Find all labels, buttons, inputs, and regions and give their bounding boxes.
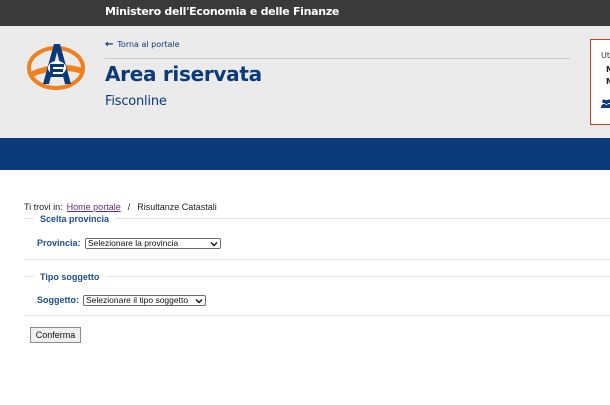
chevron-down-icon [210, 242, 218, 247]
province-select-value: Selezionare la provincia [88, 238, 179, 248]
chevron-down-icon [195, 299, 203, 304]
page-title: Area riservata [105, 62, 262, 86]
legend-line [106, 276, 610, 277]
user-info-line: M [606, 77, 610, 86]
user-info-line: M [606, 65, 610, 74]
ministry-title: Ministero dell'Economia e delle Finanze [105, 5, 340, 18]
province-label: Provincia: [37, 238, 81, 248]
province-fieldset: Scelta provincia Provincia: Selezionare … [24, 214, 610, 260]
subject-fieldset: Tipo soggetto Soggetto: Selezionare il t… [24, 272, 610, 316]
subject-label: Soggetto: [37, 295, 79, 305]
user-panel: Ut M M [590, 39, 610, 125]
breadcrumb-home-link[interactable]: Home portale [67, 202, 121, 212]
header: ← Torna al portale Area riservata Fiscon… [0, 26, 610, 138]
subject-select[interactable]: Selezionare il tipo soggetto [83, 295, 206, 306]
legend-line [116, 218, 610, 219]
subject-select-value: Selezionare il tipo soggetto [86, 295, 189, 305]
breadcrumb-separator: / [127, 202, 131, 212]
province-select[interactable]: Selezionare la provincia [85, 238, 221, 249]
confirm-button[interactable]: Conferma [30, 327, 81, 343]
user-label: Ut [601, 51, 610, 60]
breadcrumb-current: Risultanze Catastali [137, 202, 217, 212]
arrow-left-icon: ← [105, 38, 114, 50]
back-link-label: Torna al portale [117, 40, 180, 49]
nav-bar [0, 138, 610, 170]
legend-line [24, 218, 34, 219]
agenzia-entrate-logo[interactable] [25, 38, 87, 90]
top-bar: Ministero dell'Economia e delle Finanze [0, 0, 610, 26]
page-subtitle: Fisconline [105, 94, 167, 109]
back-to-portal-link[interactable]: ← Torna al portale [105, 38, 180, 50]
breadcrumb-prefix: Ti trovi in: [24, 202, 63, 212]
subject-legend: Tipo soggetto [40, 272, 100, 282]
users-icon[interactable] [601, 99, 610, 108]
header-divider [105, 58, 570, 59]
province-legend: Scelta provincia [40, 214, 110, 224]
legend-line [24, 276, 34, 277]
breadcrumb: Ti trovi in: Home portale / Risultanze C… [24, 202, 217, 212]
